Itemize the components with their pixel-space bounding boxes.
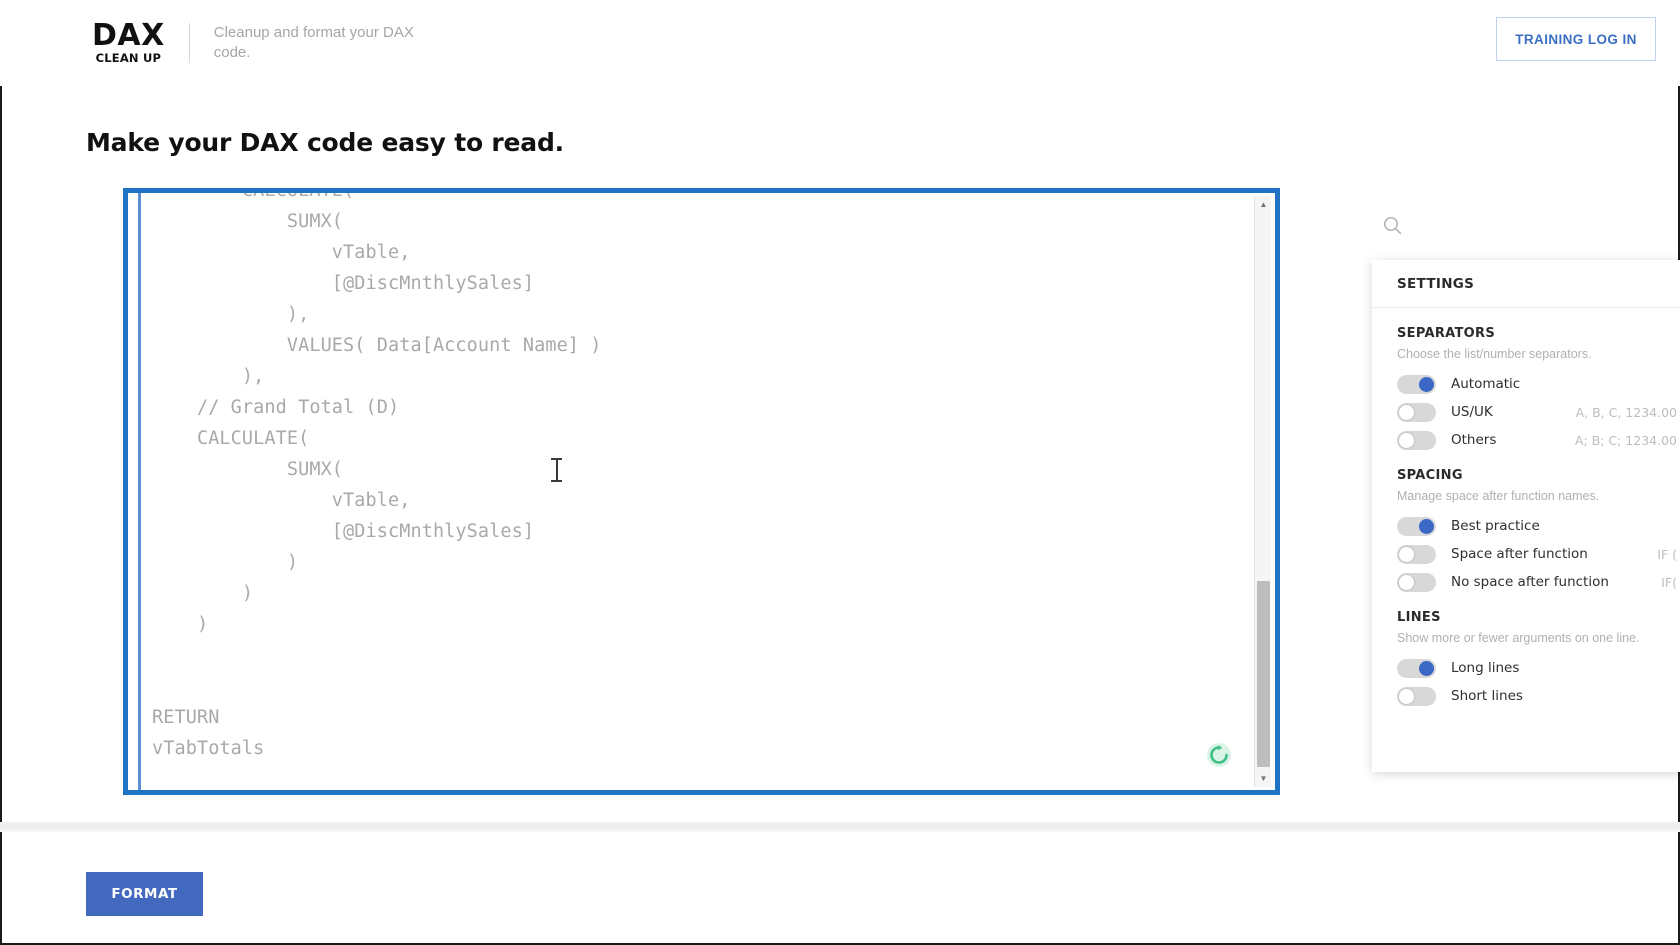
settings-panel-header: SETTINGS bbox=[1372, 260, 1680, 308]
toggle-switch[interactable] bbox=[1397, 374, 1436, 394]
toggle-switch[interactable] bbox=[1397, 572, 1436, 592]
settings-group-spacing: SPACING Manage space after function names… bbox=[1397, 468, 1677, 596]
format-button-label: FORMAT bbox=[111, 886, 178, 902]
brand-block[interactable]: DAX CLEAN UP Cleanup and format your DAX… bbox=[92, 21, 454, 65]
settings-option-row[interactable]: Space after function IF ( bbox=[1397, 540, 1677, 568]
settings-option-label: No space after function bbox=[1451, 574, 1609, 590]
settings-option-label: US/UK bbox=[1451, 404, 1493, 420]
dax-cleanup-logo[interactable]: DAX CLEAN UP bbox=[92, 21, 165, 65]
settings-option-hint: IF ( bbox=[1657, 546, 1677, 562]
format-button[interactable]: FORMAT bbox=[86, 872, 203, 916]
settings-option-label: Others bbox=[1451, 432, 1497, 448]
settings-group-title: LINES bbox=[1397, 610, 1441, 625]
logo-secondary-text: CLEAN UP bbox=[95, 51, 162, 66]
settings-option-row[interactable]: No space after function IF( bbox=[1397, 568, 1677, 596]
settings-option-row[interactable]: Automatic bbox=[1397, 370, 1677, 398]
search-icon[interactable] bbox=[1381, 214, 1405, 238]
training-log-in-button[interactable]: TRAINING LOG IN bbox=[1496, 17, 1656, 61]
toggle-knob bbox=[1419, 518, 1434, 534]
settings-panel-body: SEPARATORS Choose the list/number separat… bbox=[1372, 308, 1680, 710]
toggle-knob bbox=[1399, 574, 1414, 590]
settings-option-hint: IF( bbox=[1661, 574, 1677, 590]
toggle-switch[interactable] bbox=[1397, 430, 1436, 450]
toggle-knob bbox=[1399, 688, 1414, 704]
toggle-switch[interactable] bbox=[1397, 402, 1436, 422]
settings-option-label: Short lines bbox=[1451, 688, 1523, 704]
settings-option-hint: A, B, C, 1234.00 bbox=[1575, 404, 1677, 420]
editor-scrollbar-thumb[interactable] bbox=[1257, 581, 1270, 767]
toggle-switch[interactable] bbox=[1397, 658, 1436, 678]
page-border-left bbox=[0, 0, 2, 945]
toggle-switch[interactable] bbox=[1397, 686, 1436, 706]
settings-group-title: SPACING bbox=[1397, 468, 1463, 483]
settings-option-row[interactable]: Long lines bbox=[1397, 654, 1677, 682]
settings-option-label: Best practice bbox=[1451, 518, 1540, 534]
settings-option-row[interactable]: Best practice bbox=[1397, 512, 1677, 540]
toggle-knob bbox=[1399, 546, 1414, 562]
settings-option-label: Long lines bbox=[1451, 660, 1520, 676]
scrollbar-up-arrow-icon[interactable]: ▲ bbox=[1255, 196, 1272, 213]
brand-tagline: Cleanup and format your DAX code. bbox=[213, 23, 414, 61]
text-cursor-ibeam bbox=[551, 458, 562, 482]
page-title: Make your DAX code easy to read. bbox=[86, 128, 564, 157]
settings-panel: SETTINGS SEPARATORS Choose the list/numbe… bbox=[1372, 260, 1680, 772]
logo-primary-text: DAX bbox=[92, 18, 165, 54]
settings-option-hint: A; B; C; 1234.00 bbox=[1574, 432, 1677, 448]
editor-code-text[interactable]: CALCULATE( SUMX( vTable, [@DiscMnthlySal… bbox=[152, 193, 602, 764]
toggle-switch[interactable] bbox=[1397, 544, 1436, 564]
settings-group-description: Manage space after function names. bbox=[1397, 489, 1600, 503]
settings-option-row[interactable]: US/UK A, B, C, 1234.00 bbox=[1397, 398, 1677, 426]
app-header: DAX CLEAN UP Cleanup and format your DAX… bbox=[0, 0, 1680, 86]
settings-title: SETTINGS bbox=[1397, 275, 1475, 292]
settings-group-description: Choose the list/number separators. bbox=[1397, 347, 1592, 361]
settings-option-row[interactable]: Others A; B; C; 1234.00 bbox=[1397, 426, 1677, 454]
dax-code-editor[interactable]: CALCULATE( SUMX( vTable, [@DiscMnthlySal… bbox=[123, 188, 1280, 795]
settings-option-label: Automatic bbox=[1451, 376, 1521, 392]
toggle-knob bbox=[1399, 432, 1414, 448]
settings-group-lines: LINES Show more or fewer arguments on one… bbox=[1397, 610, 1677, 710]
settings-group-separators: SEPARATORS Choose the list/number separat… bbox=[1397, 326, 1677, 454]
editor-scrollbar[interactable]: ▲ ▼ bbox=[1254, 196, 1271, 787]
toggle-knob bbox=[1419, 376, 1434, 392]
refresh-icon[interactable] bbox=[1206, 742, 1232, 768]
settings-option-row[interactable]: Short lines bbox=[1397, 682, 1677, 710]
scrollbar-down-arrow-icon[interactable]: ▼ bbox=[1255, 770, 1272, 787]
settings-group-title: SEPARATORS bbox=[1397, 326, 1495, 341]
settings-option-label: Space after function bbox=[1451, 546, 1588, 562]
training-log-in-label: TRAINING LOG IN bbox=[1515, 31, 1637, 47]
toggle-knob bbox=[1399, 404, 1414, 420]
toggle-switch[interactable] bbox=[1397, 516, 1436, 536]
footer-separator bbox=[0, 822, 1680, 832]
settings-group-description: Show more or fewer arguments on one line… bbox=[1397, 631, 1640, 645]
brand-divider bbox=[188, 23, 190, 63]
editor-indent-guide bbox=[138, 193, 141, 790]
toggle-knob bbox=[1419, 660, 1434, 676]
